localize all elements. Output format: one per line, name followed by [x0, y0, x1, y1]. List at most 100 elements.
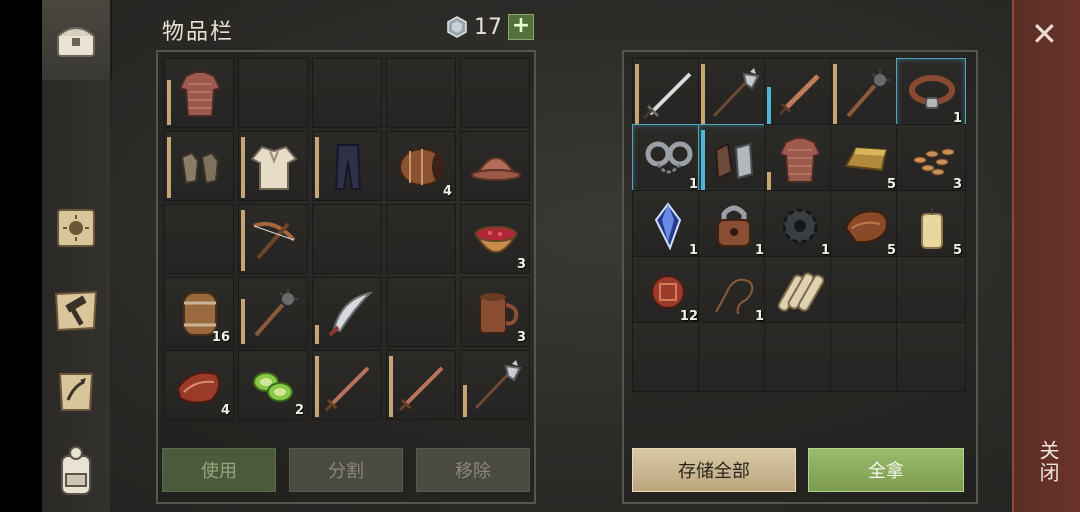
item-slot[interactable]	[312, 350, 382, 420]
item-slot[interactable]: 3	[460, 204, 530, 274]
empty-slot[interactable]	[830, 256, 900, 326]
take-all-button[interactable]: 全拿	[808, 448, 964, 492]
durability-bar	[315, 356, 319, 417]
use-button[interactable]: 使用	[162, 448, 276, 492]
chest-icon[interactable]	[48, 12, 104, 68]
item-slot[interactable]	[632, 58, 702, 128]
crafting-hammer-icon[interactable]	[48, 282, 104, 338]
item-slot[interactable]: 5	[830, 190, 900, 260]
item-slot[interactable]: 1	[632, 124, 702, 194]
empty-slot[interactable]	[312, 58, 382, 128]
item-slot[interactable]: 1	[896, 58, 966, 128]
split-button[interactable]: 分割	[289, 448, 403, 492]
linen-shirt-icon	[250, 145, 298, 190]
item-slot[interactable]	[764, 124, 834, 194]
close-sidebar[interactable]: ✕ 关闭	[1012, 0, 1080, 512]
durability-bar	[767, 172, 771, 191]
empty-slot[interactable]	[312, 204, 382, 274]
empty-slot[interactable]	[460, 58, 530, 128]
item-slot[interactable]	[830, 58, 900, 128]
trousers-icon	[334, 144, 362, 190]
item-slot[interactable]: 5	[830, 124, 900, 194]
page-title: 物品栏	[162, 20, 235, 45]
collar-icon	[909, 75, 955, 109]
item-slot[interactable]: 1	[632, 190, 702, 260]
chainmail-shirt-icon	[778, 137, 822, 183]
close-label[interactable]: 关闭	[1034, 440, 1063, 484]
item-count: 3	[516, 330, 526, 345]
item-slot[interactable]: 4	[164, 350, 234, 420]
empty-slot[interactable]	[238, 58, 308, 128]
item-slot[interactable]	[238, 277, 308, 347]
scroll-bundle-icon	[777, 272, 825, 312]
item-slot[interactable]	[238, 131, 308, 201]
empty-slot[interactable]	[896, 322, 966, 392]
item-slot[interactable]: 1	[698, 256, 768, 326]
item-slot[interactable]: 1	[764, 190, 834, 260]
empty-slot[interactable]	[386, 277, 456, 347]
store-all-button[interactable]: 存储全部	[632, 448, 796, 492]
empty-slot[interactable]	[386, 204, 456, 274]
skills-book-icon[interactable]	[48, 200, 104, 256]
item-slot[interactable]	[764, 58, 834, 128]
durability-bar	[701, 130, 705, 191]
item-slot[interactable]	[312, 131, 382, 201]
item-slot[interactable]: 1	[698, 190, 768, 260]
item-slot[interactable]	[460, 350, 530, 420]
item-slot[interactable]: 2	[238, 350, 308, 420]
durability-bar	[389, 356, 393, 417]
item-slot[interactable]	[386, 350, 456, 420]
item-slot[interactable]	[764, 256, 834, 326]
empty-slot[interactable]	[386, 58, 456, 128]
item-slot[interactable]	[164, 131, 234, 201]
gold-ingot-icon	[844, 146, 888, 172]
chainmail-shirt-icon	[178, 71, 222, 117]
empty-slot[interactable]	[896, 256, 966, 326]
inventory-screen: 物品栏 17 + 使用 分割 移除 存储全部 全拿 ✕ 关闭 4 3 16 3 4 2 1 1…	[42, 0, 1080, 512]
currency-display: 17 +	[446, 14, 534, 40]
empty-slot[interactable]	[698, 322, 768, 392]
seeds-icon	[913, 148, 955, 176]
remove-button[interactable]: 移除	[416, 448, 530, 492]
item-slot[interactable]	[238, 204, 308, 274]
empty-slot[interactable]	[632, 322, 702, 392]
backpack-icon[interactable]	[48, 444, 104, 500]
durability-bar	[635, 64, 639, 125]
item-slot[interactable]: 16	[164, 277, 234, 347]
empty-slot[interactable]	[830, 322, 900, 392]
item-slot[interactable]	[164, 58, 234, 128]
currency-value: 17	[474, 14, 502, 40]
halberd-icon	[474, 360, 522, 410]
item-slot[interactable]	[312, 277, 382, 347]
item-slot[interactable]: 3	[460, 277, 530, 347]
durability-bar	[241, 137, 245, 198]
durability-bar	[463, 385, 467, 417]
item-slot[interactable]: 5	[896, 190, 966, 260]
durability-bar	[767, 87, 771, 125]
sword-icon	[324, 366, 370, 412]
durability-bar	[315, 137, 319, 198]
item-slot[interactable]	[698, 58, 768, 128]
empty-slot[interactable]	[764, 322, 834, 392]
item-slot[interactable]: 12	[632, 256, 702, 326]
close-icon[interactable]: ✕	[1031, 18, 1058, 50]
candle-icon	[921, 208, 943, 249]
berry-bowl-icon	[474, 226, 518, 253]
item-slot[interactable]: 3	[896, 124, 966, 194]
item-slot[interactable]	[460, 131, 530, 201]
item-slot[interactable]	[698, 124, 768, 194]
helmet-icon	[471, 157, 521, 181]
scimitar-icon	[328, 291, 374, 337]
longsword-icon	[642, 72, 692, 120]
whip-icon	[715, 278, 754, 315]
recipe-scroll-icon[interactable]	[48, 364, 104, 420]
durability-bar	[167, 80, 171, 125]
durability-bar	[833, 64, 837, 125]
item-count: 4	[442, 184, 452, 199]
empty-slot[interactable]	[164, 204, 234, 274]
add-currency-button[interactable]: +	[508, 14, 534, 40]
mug-icon	[479, 293, 519, 334]
cucumber-slices-icon	[253, 372, 293, 402]
item-slot[interactable]: 4	[386, 131, 456, 201]
crossbow-icon	[253, 221, 296, 260]
